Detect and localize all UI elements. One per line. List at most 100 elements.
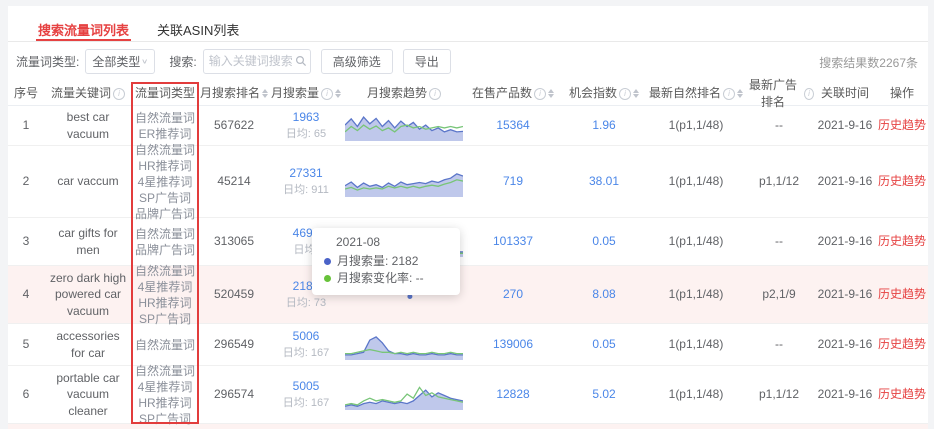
organic-rank: 1(p1,1/48) — [668, 387, 724, 402]
organic-rank: 1(p1,1/48) — [668, 287, 724, 302]
info-icon[interactable]: i — [429, 87, 441, 100]
table-row: 1 best car vacuum 自然流量词 ER推荐词 567622 196… — [8, 106, 928, 146]
tooltip-change-line: 月搜索变化率: -- — [324, 270, 448, 287]
month-rank: 45214 — [217, 174, 251, 189]
opportunity-index[interactable]: 0.05 — [560, 336, 648, 352]
table-row: 3 car gifts for men 自然流量词 品牌广告词 313065 4… — [8, 218, 928, 266]
history-trend-link[interactable]: 历史趋势 — [876, 173, 928, 189]
ad-rank: p2,1/9 — [762, 287, 796, 302]
opportunity-index[interactable]: 5.02 — [560, 386, 648, 402]
traffic-type-label: 流量词类型: — [16, 54, 80, 69]
linked-date: 2021-9-16 — [817, 337, 873, 352]
organic-rank: 1(p1,1/48) — [668, 174, 724, 189]
header-opportunity: 机会指数 i — [560, 85, 648, 101]
info-icon[interactable]: i — [534, 87, 546, 100]
row-index: 4 — [22, 287, 30, 302]
export-button[interactable]: 导出 — [402, 48, 451, 74]
chevron-down-icon: ∨ — [141, 57, 149, 65]
header-traffic-type: 流量词类型 — [134, 86, 195, 101]
header-action: 操作 — [889, 86, 914, 101]
sort-icon[interactable] — [737, 89, 743, 98]
opportunity-index[interactable]: 1.96 — [560, 117, 648, 133]
info-icon[interactable]: i — [803, 87, 814, 100]
month-volume: 5005 日均: 167 — [282, 379, 330, 409]
header-ad-rank: 最新广告排名 i — [744, 77, 814, 109]
traffic-type-value: 全部类型 — [92, 54, 141, 69]
info-icon[interactable]: i — [723, 87, 735, 100]
keywords-table: 序号 流量关键词 i 流量词类型 月搜索排名 月搜索量 i 月搜索趋势 i 在售产品数… — [8, 78, 928, 426]
traffic-types: 自然流量词 — [134, 337, 195, 352]
row-index: 6 — [22, 387, 30, 402]
tab-bar: 搜索流量词列表 关联ASIN列表 — [8, 6, 928, 42]
keyword: portable car vacuum cleaner — [56, 371, 120, 418]
header-linked-date: 关联时间 — [820, 86, 869, 101]
header-month-volume: 月搜索量 i — [270, 85, 342, 101]
products-count[interactable]: 12828 — [466, 386, 560, 402]
sort-icon[interactable] — [548, 89, 554, 98]
info-icon[interactable]: i — [321, 87, 333, 100]
keyword: accessories for car — [56, 329, 120, 360]
main-panel: 搜索流量词列表 关联ASIN列表 流量词类型: 全部类型 ∨ 搜索: 高级筛选 … — [8, 6, 928, 429]
search-input[interactable] — [208, 54, 295, 68]
products-count[interactable]: 15364 — [466, 117, 560, 133]
traffic-types: 自然流量词 ER推荐词 — [134, 110, 195, 141]
products-count[interactable]: 719 — [466, 173, 560, 189]
products-count[interactable]: 101337 — [466, 233, 560, 249]
linked-date: 2021-9-16 — [817, 118, 873, 133]
search-label: 搜索: — [169, 54, 197, 69]
trend-tooltip: 2021-08 月搜索量: 2182 月搜索变化率: -- — [312, 228, 460, 295]
products-count[interactable]: 270 — [466, 286, 560, 302]
search-box — [202, 48, 311, 74]
table-row: 6 portable car vacuum cleaner 自然流量词 4星推荐… — [8, 364, 928, 426]
traffic-type-select[interactable]: 全部类型 ∨ — [85, 48, 156, 74]
history-trend-link[interactable]: 历史趋势 — [876, 286, 928, 302]
trend-sparkline[interactable] — [342, 111, 466, 141]
trend-sparkline[interactable] — [342, 167, 466, 197]
history-trend-link[interactable]: 历史趋势 — [876, 233, 928, 249]
table-body: 1 best car vacuum 自然流量词 ER推荐词 567622 196… — [8, 106, 928, 426]
linked-date: 2021-9-16 — [817, 174, 873, 189]
products-count[interactable]: 139006 — [466, 336, 560, 352]
traffic-types: 自然流量词 品牌广告词 — [134, 226, 195, 257]
tooltip-month: 2021-08 — [336, 235, 381, 249]
organic-rank: 1(p1,1/48) — [668, 234, 724, 249]
info-icon[interactable]: i — [619, 87, 631, 100]
month-rank: 313065 — [213, 234, 255, 249]
organic-rank: 1(p1,1/48) — [668, 337, 724, 352]
header-keyword: 流量关键词 i — [44, 85, 132, 101]
sort-icon[interactable] — [633, 89, 639, 98]
header-month-rank: 月搜索排名 — [198, 85, 270, 101]
month-volume: 1963 日均: 65 — [285, 110, 327, 140]
search-icon[interactable] — [295, 55, 307, 67]
row-index: 5 — [22, 337, 30, 352]
result-count: 搜索结果数2267条 — [819, 56, 918, 70]
opportunity-index[interactable]: 38.01 — [560, 173, 648, 189]
history-trend-link[interactable]: 历史趋势 — [876, 117, 928, 133]
info-icon[interactable]: i — [113, 87, 125, 100]
month-rank: 296574 — [213, 387, 255, 402]
ad-rank: -- — [775, 337, 783, 352]
sort-icon[interactable] — [262, 89, 268, 98]
tab-related-asin[interactable]: 关联ASIN列表 — [155, 16, 241, 41]
traffic-types: 自然流量词 4星推荐词 HR推荐词 SP广告词 — [134, 263, 195, 326]
sort-icon[interactable] — [335, 89, 341, 98]
table-row-highlighted: 4 zero dark high powered car vacuum 自然流量… — [8, 263, 928, 326]
traffic-types: 自然流量词 HR推荐词 4星推荐词 SP广告词 品牌广告词 — [134, 142, 195, 221]
header-products: 在售产品数 i — [466, 85, 560, 101]
tooltip-volume-line: 月搜索量: 2182 — [324, 253, 448, 270]
month-rank: 567622 — [213, 118, 255, 133]
organic-rank: 1(p1,1/48) — [668, 118, 724, 133]
row-index: 1 — [22, 118, 30, 133]
trend-sparkline[interactable] — [342, 330, 466, 360]
table-row: 2 car vaccum 自然流量词 HR推荐词 4星推荐词 SP广告词 品牌广… — [8, 143, 928, 221]
advanced-filter-button[interactable]: 高级筛选 — [320, 48, 393, 74]
keyword: zero dark high powered car vacuum — [49, 271, 127, 318]
tab-search-traffic-words[interactable]: 搜索流量词列表 — [36, 16, 132, 41]
opportunity-index[interactable]: 0.05 — [560, 233, 648, 249]
opportunity-index[interactable]: 8.08 — [560, 286, 648, 302]
trend-sparkline[interactable] — [342, 380, 466, 410]
keyword: best car vacuum — [66, 110, 110, 141]
history-trend-link[interactable]: 历史趋势 — [876, 336, 928, 352]
history-trend-link[interactable]: 历史趋势 — [876, 386, 928, 402]
month-rank: 520459 — [213, 287, 255, 302]
